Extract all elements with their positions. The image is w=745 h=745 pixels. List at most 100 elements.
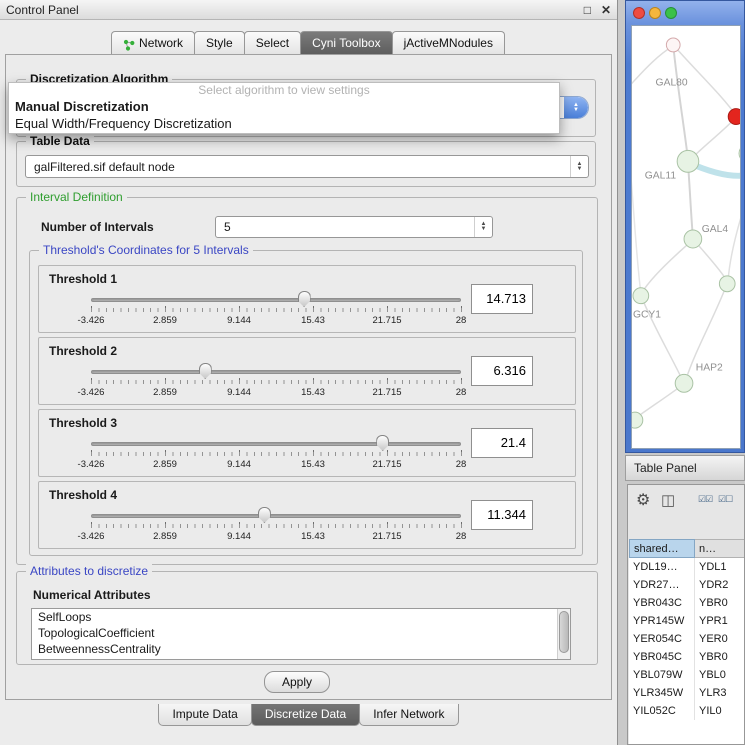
threshold-3-value-field[interactable]: 21.4: [471, 428, 533, 458]
slider-track[interactable]: [91, 514, 461, 518]
network-node-label: GAL11: [645, 170, 677, 181]
gear-icon[interactable]: ⚙: [636, 490, 650, 510]
network-node[interactable]: [719, 276, 735, 292]
table-row[interactable]: YPR145WYPR1: [629, 612, 745, 630]
slider-scale: -3.426 2.859 9.144 15.43 21.715 28: [91, 315, 461, 327]
table-data-combobox[interactable]: galFiltered.sif default node ▲▼: [25, 155, 589, 178]
threshold-4-value-field[interactable]: 11.344: [471, 500, 533, 530]
combobox-arrows-icon[interactable]: ▲▼: [570, 156, 588, 177]
threshold-label: Threshold 4: [49, 488, 117, 502]
dropdown-placeholder: Select algorithm to view settings: [9, 83, 559, 98]
slider-track[interactable]: [91, 370, 461, 374]
list-item[interactable]: BetweennessCentrality: [32, 641, 570, 657]
tab-label: Discretize Data: [265, 707, 346, 721]
network-edge[interactable]: [688, 163, 693, 237]
list-scrollbar[interactable]: [557, 609, 570, 659]
network-edge[interactable]: [728, 195, 740, 279]
combobox-arrows-icon[interactable]: ▲▼: [474, 217, 492, 237]
network-node[interactable]: [632, 412, 643, 428]
network-edge[interactable]: [695, 118, 736, 156]
group-title: Table Data: [26, 134, 94, 148]
table-row[interactable]: YDR27…YDR2: [629, 576, 745, 594]
column-header-shared-name[interactable]: shared…: [629, 539, 695, 558]
slider-track[interactable]: [91, 442, 461, 446]
combobox-value: 5: [216, 220, 231, 234]
tab-style[interactable]: Style: [194, 31, 245, 54]
network-node[interactable]: [739, 144, 740, 162]
dropdown-option-equal-width-frequency[interactable]: Equal Width/Frequency Discretization: [9, 115, 559, 132]
minimize-traffic-light-icon[interactable]: [649, 7, 661, 19]
tab-select[interactable]: Select: [244, 31, 301, 54]
control-panel-titlebar[interactable]: Control Panel □ ✕: [0, 0, 617, 20]
tab-infer-network[interactable]: Infer Network: [359, 704, 458, 726]
table-row[interactable]: YER054CYER0: [629, 630, 745, 648]
num-intervals-label: Number of Intervals: [41, 220, 154, 234]
numerical-attributes-list[interactable]: SelfLoops TopologicalCoefficient Between…: [31, 608, 571, 660]
network-edge[interactable]: [673, 45, 688, 159]
tab-network[interactable]: Network: [111, 31, 195, 54]
column-header-name[interactable]: n…: [695, 539, 745, 558]
threshold-2-slider[interactable]: -3.426 2.859 9.144 15.43 21.715 28: [91, 362, 461, 402]
slider-thumb[interactable]: [199, 363, 212, 379]
network-node[interactable]: [728, 109, 740, 125]
control-panel-title: Control Panel: [6, 3, 79, 17]
network-canvas[interactable]: GAL80GAL11GAL4GCY1HAP2: [631, 25, 741, 449]
network-node[interactable]: [675, 374, 693, 392]
threshold-2-value-field[interactable]: 6.316: [471, 356, 533, 386]
threshold-label: Threshold 3: [49, 416, 117, 430]
table-row[interactable]: YLR345WYLR3: [629, 684, 745, 702]
select-all-rows-icon[interactable]: ☑☑: [698, 494, 712, 505]
scrollbar-thumb[interactable]: [559, 611, 569, 653]
tab-impute-data[interactable]: Impute Data: [158, 704, 251, 726]
dropdown-option-manual-discretization[interactable]: Manual Discretization: [9, 98, 559, 115]
threshold-1-slider[interactable]: -3.426 2.859 9.144 15.43 21.715 28: [91, 290, 461, 330]
combobox-arrows-icon[interactable]: ▲▼: [564, 97, 588, 118]
list-item[interactable]: SelfLoops: [32, 609, 570, 625]
columns-icon[interactable]: ◫: [661, 491, 675, 509]
control-panel-tab-bar: Network Style Select Cyni Toolbox jActiv…: [0, 30, 617, 54]
threshold-label: Threshold 2: [49, 344, 117, 358]
list-item[interactable]: TopologicalCoefficient: [32, 625, 570, 641]
network-edge[interactable]: [632, 145, 641, 292]
network-node[interactable]: [633, 288, 649, 304]
network-edge[interactable]: [637, 385, 682, 417]
close-traffic-light-icon[interactable]: [633, 7, 645, 19]
network-node-label: GAL4: [702, 224, 729, 235]
slider-scale: -3.426 2.859 9.144 15.43 21.715 28: [91, 459, 461, 471]
table-row[interactable]: YBR045CYBR0: [629, 648, 745, 666]
combobox-value: galFiltered.sif default node: [26, 160, 175, 174]
threshold-1-panel: Threshold 1 -3.426 2.859 9.144 15.43 21.…: [38, 265, 576, 333]
threshold-2-panel: Threshold 2 -3.426 2.859 9.144 15.43 21.…: [38, 337, 576, 405]
float-window-icon[interactable]: □: [584, 3, 591, 17]
table-row[interactable]: YDL19…YDL1: [629, 558, 745, 576]
slider-thumb[interactable]: [298, 291, 311, 307]
close-window-icon[interactable]: ✕: [601, 3, 611, 17]
tab-jactivemnodules[interactable]: jActiveMNodules: [392, 31, 505, 54]
tab-discretize-data[interactable]: Discretize Data: [251, 704, 360, 726]
slider-thumb[interactable]: [376, 435, 389, 451]
deselect-rows-icon[interactable]: ☑☐: [718, 494, 732, 505]
bottom-tab-bar: Impute Data Discretize Data Infer Networ…: [0, 704, 618, 728]
threshold-1-value-field[interactable]: 14.713: [471, 284, 533, 314]
window-traffic-lights: [633, 7, 677, 19]
tab-cyni-toolbox[interactable]: Cyni Toolbox: [300, 31, 392, 54]
apply-button[interactable]: Apply: [264, 671, 330, 693]
zoom-traffic-light-icon[interactable]: [665, 7, 677, 19]
table-panel-titlebar[interactable]: Table Panel: [625, 455, 745, 481]
slider-track[interactable]: [91, 298, 461, 302]
network-node[interactable]: [666, 38, 680, 52]
num-intervals-combobox[interactable]: 5 ▲▼: [215, 216, 493, 238]
network-node[interactable]: [677, 150, 699, 172]
threshold-4-slider[interactable]: -3.426 2.859 9.144 15.43 21.715 28: [91, 506, 461, 546]
algorithm-dropdown-popup: Select algorithm to view settings Manual…: [8, 82, 560, 134]
table-row[interactable]: YBL079WYBL0: [629, 666, 745, 684]
network-edge[interactable]: [642, 240, 693, 293]
network-node[interactable]: [684, 230, 702, 248]
group-title: Attributes to discretize: [26, 564, 152, 578]
table-data-group: Table Data galFiltered.sif default node …: [16, 141, 596, 187]
threshold-3-slider[interactable]: -3.426 2.859 9.144 15.43 21.715 28: [91, 434, 461, 474]
network-view-window: GAL80GAL11GAL4GCY1HAP2: [625, 0, 745, 453]
slider-thumb[interactable]: [258, 507, 271, 523]
table-row[interactable]: YIL052CYIL0: [629, 702, 745, 720]
table-row[interactable]: YBR043CYBR0: [629, 594, 745, 612]
